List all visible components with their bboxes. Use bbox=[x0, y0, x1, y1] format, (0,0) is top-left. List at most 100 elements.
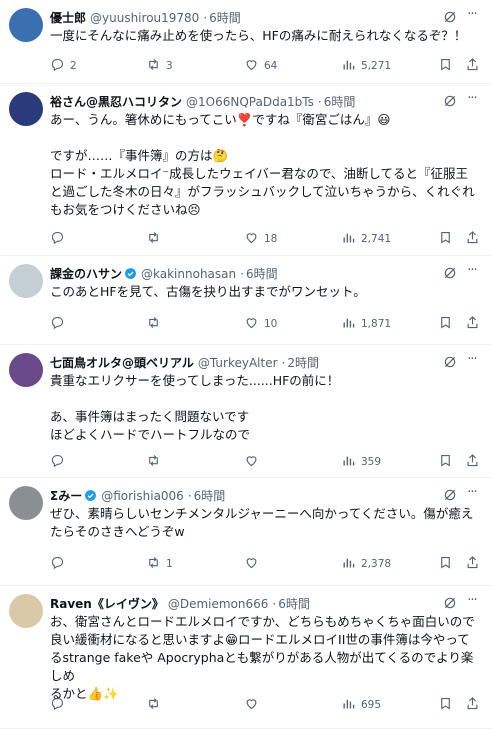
display-name[interactable]: 優士郎 bbox=[50, 11, 86, 25]
reply-text-line: あー、うん。箸休めにもってこい❣️ですね『衛宮ごはん』😃 bbox=[50, 112, 391, 127]
reply-item[interactable]: Σみー @fiorishia006 · 6時間 ··· ぜひ、素晴らしいセンチメンタルジャ… bbox=[0, 478, 492, 586]
grok-icon[interactable] bbox=[442, 265, 458, 281]
heart-icon bbox=[244, 315, 259, 333]
avatar[interactable] bbox=[9, 353, 43, 387]
user-handle[interactable]: @Demiemon666 bbox=[168, 597, 269, 611]
bookmark-button[interactable] bbox=[438, 696, 453, 714]
avatar[interactable] bbox=[9, 264, 43, 298]
avatar[interactable] bbox=[9, 8, 43, 42]
reply-button[interactable] bbox=[50, 696, 70, 714]
like-count: 10 bbox=[264, 318, 278, 330]
display-name[interactable]: Σみー bbox=[50, 489, 82, 503]
retweet-icon bbox=[146, 57, 161, 75]
share-button[interactable] bbox=[465, 315, 480, 333]
display-name[interactable]: 課金のハサン bbox=[50, 267, 122, 281]
post-time[interactable]: 6時間 bbox=[246, 267, 278, 281]
more-options-icon[interactable]: ··· bbox=[464, 92, 480, 109]
retweet-button[interactable]: 1 bbox=[146, 555, 173, 573]
retweet-button[interactable] bbox=[146, 453, 166, 471]
views-button[interactable]: 695 bbox=[341, 696, 381, 714]
grok-icon[interactable] bbox=[442, 9, 458, 25]
like-button[interactable] bbox=[244, 696, 264, 714]
bookmark-button[interactable] bbox=[438, 453, 453, 471]
reply-text-line: 良い緩衝材になると思いますよ😁ロードエルメロイII世の事件簿は今やって bbox=[50, 632, 470, 647]
more-options-icon[interactable]: ··· bbox=[464, 8, 480, 25]
reply-item[interactable]: 課金のハサン @kakinnohasan · 6時間 ··· このあとHFを見て、古傷を抉… bbox=[0, 256, 492, 345]
retweet-button[interactable] bbox=[146, 315, 166, 333]
heart-icon bbox=[244, 555, 259, 573]
bookmark-button[interactable] bbox=[438, 57, 453, 75]
reply-item[interactable]: Raven《レイヴン》 @Demiemon666 · 6時間 ··· お、衛宮さんとロード… bbox=[0, 586, 492, 729]
bookmark-button[interactable] bbox=[438, 230, 453, 248]
reply-button[interactable] bbox=[50, 453, 70, 471]
display-name[interactable]: 裕さん@黒忍ハコリタン bbox=[50, 95, 182, 109]
avatar[interactable] bbox=[9, 92, 43, 126]
user-handle[interactable]: @yuushirou19780 bbox=[90, 11, 199, 25]
share-button[interactable] bbox=[465, 696, 480, 714]
reply-item[interactable]: 裕さん@黒忍ハコリタン @1O66NQPaDda1bTs · 6時間 ··· あー、うん。… bbox=[0, 84, 492, 256]
bookmark-button[interactable] bbox=[438, 555, 453, 573]
display-name[interactable]: Raven《レイヴン》 bbox=[50, 597, 164, 611]
post-time[interactable]: 6時間 bbox=[278, 597, 310, 611]
bookmark-icon bbox=[438, 555, 453, 573]
reply-button[interactable]: 2 bbox=[50, 57, 77, 75]
share-button[interactable] bbox=[465, 453, 480, 471]
share-icon bbox=[465, 696, 480, 714]
reply-text-line: と過ごした冬木の日々』がフラッシュバックして泣いちゃうから、くれぐれ bbox=[50, 184, 475, 199]
more-options-icon[interactable]: ··· bbox=[464, 264, 480, 281]
share-button[interactable] bbox=[465, 230, 480, 248]
views-button[interactable]: 2,378 bbox=[341, 555, 391, 573]
like-button[interactable] bbox=[244, 555, 264, 573]
share-button[interactable] bbox=[465, 555, 480, 573]
reply-button[interactable] bbox=[50, 315, 70, 333]
display-name[interactable]: 七面鳥オルタ@頭ベリアル bbox=[50, 356, 194, 370]
like-button[interactable]: 10 bbox=[244, 315, 277, 333]
more-options-icon[interactable]: ··· bbox=[464, 353, 480, 370]
more-options-icon[interactable]: ··· bbox=[464, 486, 480, 503]
share-icon bbox=[465, 57, 480, 75]
avatar[interactable] bbox=[9, 486, 43, 520]
retweet-button[interactable]: 3 bbox=[146, 57, 173, 75]
like-button[interactable]: 64 bbox=[244, 57, 277, 75]
like-button[interactable]: 18 bbox=[244, 230, 277, 248]
reply-text-line: 一度にそんなに痛み止めを使ったら、HFの痛みに耐えられなくなるぞ？！ bbox=[50, 28, 467, 43]
reply-item[interactable]: 七面鳥オルタ@頭ベリアル @TurkeyAlter · 2時間 ··· 貴重なエリクサーを… bbox=[0, 345, 492, 478]
bookmark-button[interactable] bbox=[438, 315, 453, 333]
reply-text-line: るstrange fakeや Apocryphaとも繋がりがある人物が出てくるの… bbox=[50, 650, 474, 683]
reply-button[interactable] bbox=[50, 230, 70, 248]
like-button[interactable] bbox=[244, 453, 264, 471]
retweet-icon bbox=[146, 230, 161, 248]
reply-icon bbox=[50, 315, 65, 333]
user-handle[interactable]: @TurkeyAlter bbox=[198, 356, 278, 370]
retweet-button[interactable] bbox=[146, 230, 166, 248]
reply-header: 七面鳥オルタ@頭ベリアル @TurkeyAlter · 2時間 bbox=[50, 354, 452, 372]
verified-badge-icon bbox=[124, 267, 137, 283]
grok-icon[interactable] bbox=[442, 93, 458, 109]
post-time[interactable]: 6時間 bbox=[324, 95, 356, 109]
post-time[interactable]: 6時間 bbox=[209, 11, 241, 25]
reply-text: 貴重なエリクサーを使ってしまった......HFの前に！ あ、事件簿はまったく問題… bbox=[50, 372, 478, 444]
user-handle[interactable]: @1O66NQPaDda1bTs bbox=[186, 95, 314, 109]
grok-icon[interactable] bbox=[442, 595, 458, 611]
grok-icon[interactable] bbox=[442, 354, 458, 370]
reply-text: お、衛宮さんとロードエルメロイですか、どちらもめちゃくちゃ面白いので 良い緩衝材に… bbox=[50, 613, 478, 703]
share-button[interactable] bbox=[465, 57, 480, 75]
post-time[interactable]: 6時間 bbox=[194, 489, 226, 503]
views-button[interactable]: 1,871 bbox=[341, 315, 391, 333]
heart-icon bbox=[244, 696, 259, 714]
reply-button[interactable] bbox=[50, 555, 70, 573]
user-handle[interactable]: @kakinnohasan bbox=[141, 267, 236, 281]
reply-text-line bbox=[50, 129, 478, 147]
reply-item[interactable]: 優士郎 @yuushirou19780 · 6時間 ··· 一度にそんなに痛み止めを使った… bbox=[0, 0, 492, 84]
more-options-icon[interactable]: ··· bbox=[464, 594, 480, 611]
retweet-button[interactable] bbox=[146, 696, 166, 714]
user-handle[interactable]: @fiorishia006 bbox=[101, 489, 184, 503]
post-time[interactable]: 2時間 bbox=[287, 356, 319, 370]
views-button[interactable]: 2,741 bbox=[341, 230, 391, 248]
dot-separator: · bbox=[317, 95, 322, 109]
views-button[interactable]: 5,271 bbox=[341, 57, 391, 75]
avatar[interactable] bbox=[9, 594, 43, 628]
reply-text-line: ロード・エルメロイ⁻成長したウェイバー君なので、油断してると『征服王 bbox=[50, 166, 468, 181]
views-button[interactable]: 359 bbox=[341, 453, 381, 471]
grok-icon[interactable] bbox=[442, 487, 458, 503]
